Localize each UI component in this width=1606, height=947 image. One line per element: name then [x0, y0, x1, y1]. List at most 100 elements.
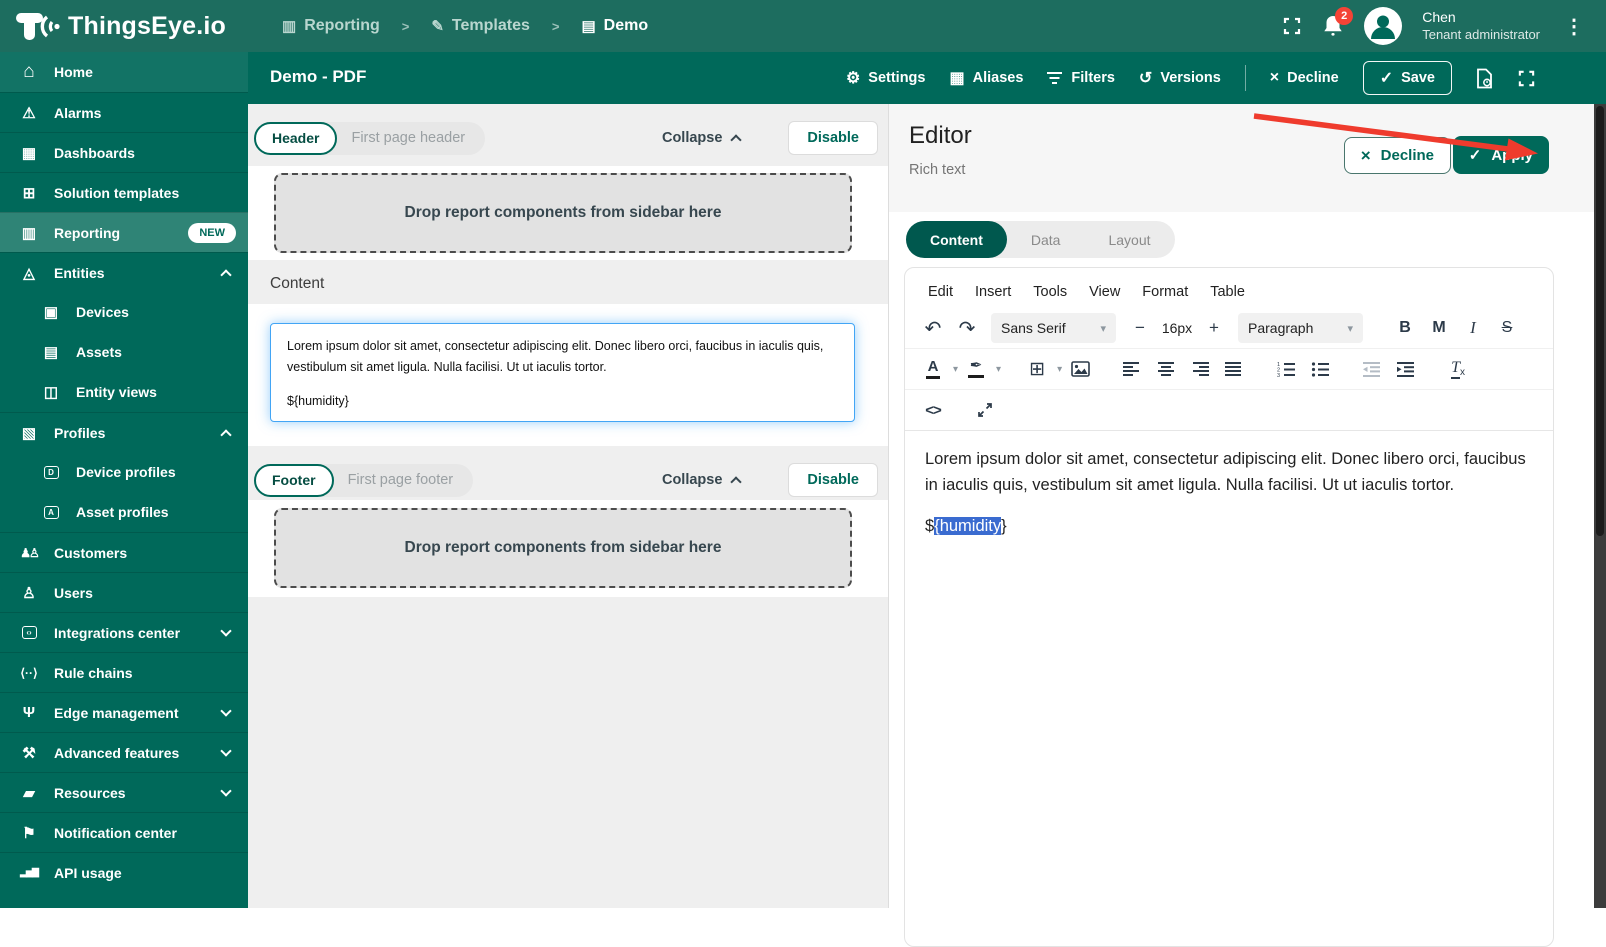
breadcrumb-templates[interactable]: ✎ Templates	[431, 17, 530, 35]
chevron-down-icon[interactable]: ▾	[953, 364, 958, 375]
decrease-font-icon[interactable]: −	[1124, 313, 1156, 343]
new-badge: NEW	[188, 222, 236, 243]
header-disable-button[interactable]: Disable	[788, 121, 878, 155]
sidebar-item-profiles[interactable]: ▧ Profiles	[0, 412, 248, 452]
sidebar-item-device-profiles[interactable]: D Device profiles	[0, 452, 248, 492]
sidebar-item-users[interactable]: ♙ Users	[0, 572, 248, 612]
menu-table[interactable]: Table	[1201, 281, 1254, 303]
sidebar-item-rule-chains[interactable]: ⟨··⟩ Rule chains	[0, 652, 248, 692]
header-chip-group: Header First page header	[254, 121, 486, 155]
sidebar-item-solution-templates[interactable]: ⊞ Solution templates	[0, 172, 248, 212]
sidebar-item-entities[interactable]: ◬ Entities	[0, 252, 248, 292]
block-format-select[interactable]: Paragraph ▾	[1238, 313, 1363, 343]
sidebar-item-edge-management[interactable]: Ψ Edge management	[0, 692, 248, 732]
header-dropzone[interactable]: Drop report components from sidebar here	[274, 173, 852, 253]
settings-button[interactable]: ⚙ Settings	[846, 68, 926, 88]
clear-formatting-button[interactable]: Tx	[1442, 354, 1474, 384]
user-role: Tenant administrator	[1422, 26, 1540, 42]
reporting-icon: ▥	[21, 224, 37, 242]
versions-button[interactable]: ↺ Versions	[1139, 68, 1221, 88]
merge-tag-button[interactable]: M	[1423, 313, 1455, 343]
highlight-color-button[interactable]: ✒	[960, 354, 992, 384]
sidebar-item-home[interactable]: ⌂ Home	[0, 52, 248, 92]
tab-data[interactable]: Data	[1007, 221, 1085, 258]
bold-button[interactable]: B	[1389, 313, 1421, 343]
undo-icon[interactable]: ↶	[917, 313, 949, 343]
sidebar-item-devices[interactable]: ▣ Devices	[0, 292, 248, 332]
editor-content-area[interactable]: Lorem ipsum dolor sit amet, consectetur …	[905, 431, 1553, 554]
breadcrumb-reporting[interactable]: ▥ Reporting	[282, 17, 380, 35]
header-collapse-button[interactable]: Collapse	[662, 130, 743, 146]
align-justify-button[interactable]	[1218, 354, 1250, 384]
fullscreen-icon[interactable]	[1282, 16, 1302, 36]
sidebar-item-api-usage[interactable]: ▂▅▇ API usage	[0, 852, 248, 892]
ordered-list-button[interactable]: 123	[1270, 354, 1302, 384]
footer-disable-button[interactable]: Disable	[788, 463, 878, 497]
header-chip[interactable]: Header	[254, 121, 338, 155]
outdent-button[interactable]	[1356, 354, 1388, 384]
align-center-button[interactable]	[1150, 354, 1182, 384]
app-logo[interactable]: ThingsEye.io	[14, 8, 226, 44]
decline-button[interactable]: × Decline	[1270, 69, 1339, 87]
italic-button[interactable]: I	[1457, 313, 1489, 343]
chevron-down-icon[interactable]: ▾	[1057, 364, 1062, 375]
editor-menubar: Edit Insert Tools View Format Table	[905, 268, 1553, 308]
editor-apply-button[interactable]: ✓ Apply	[1452, 136, 1549, 174]
sidebar-item-reporting[interactable]: ▥ Reporting NEW	[0, 212, 248, 252]
sidebar-item-asset-profiles[interactable]: A Asset profiles	[0, 492, 248, 532]
align-left-button[interactable]	[1116, 354, 1148, 384]
font-family-select[interactable]: Sans Serif ▾	[991, 313, 1116, 343]
save-button[interactable]: ✓ Save	[1362, 61, 1452, 95]
increase-font-icon[interactable]: +	[1198, 313, 1230, 343]
insert-table-button[interactable]: ⊞	[1021, 354, 1053, 384]
editor-decline-button[interactable]: × Decline	[1343, 137, 1451, 174]
sidebar-item-resources[interactable]: ▰ Resources	[0, 772, 248, 812]
gear-icon: ⚙	[845, 70, 861, 87]
vertical-scrollbar[interactable]	[1594, 104, 1606, 908]
filters-button[interactable]: Filters	[1047, 70, 1115, 86]
align-right-button[interactable]	[1184, 354, 1216, 384]
footer-dropzone[interactable]: Drop report components from sidebar here	[274, 508, 852, 588]
aliases-button[interactable]: ▦ Aliases	[949, 68, 1023, 88]
user-info[interactable]: Chen Tenant administrator	[1422, 9, 1540, 43]
sidebar-item-integrations-center[interactable]: ‹› Integrations center	[0, 612, 248, 652]
user-name: Chen	[1422, 9, 1456, 26]
chevron-down-icon[interactable]: ▾	[996, 364, 1001, 375]
source-code-button[interactable]: <>	[917, 395, 949, 425]
tab-layout[interactable]: Layout	[1084, 221, 1174, 258]
notifications-bell[interactable]: 2	[1322, 7, 1354, 38]
sidebar-item-customers[interactable]: ♟♙ Customers	[0, 532, 248, 572]
indent-button[interactable]	[1390, 354, 1422, 384]
menu-insert[interactable]: Insert	[966, 281, 1020, 303]
more-menu-icon[interactable]: ⋮	[1560, 14, 1588, 39]
richtext-component-selected[interactable]: Lorem ipsum dolor sit amet, consectetur …	[270, 323, 855, 422]
tab-content[interactable]: Content	[906, 221, 1007, 258]
breadcrumb-demo[interactable]: ▤ Demo	[581, 17, 648, 35]
text-color-button[interactable]: A	[917, 354, 949, 384]
bullet-list-button[interactable]	[1304, 354, 1336, 384]
footer-chip[interactable]: Footer	[254, 463, 334, 497]
avatar[interactable]	[1364, 7, 1403, 45]
redo-icon[interactable]: ↷	[951, 313, 983, 343]
menu-edit[interactable]: Edit	[919, 281, 962, 303]
check-icon: ✓	[1468, 147, 1482, 164]
sidebar-item-advanced-features[interactable]: ⚒ Advanced features	[0, 732, 248, 772]
expand-panel-icon[interactable]	[1517, 69, 1536, 88]
sidebar-item-entity-views[interactable]: ◫ Entity views	[0, 372, 248, 412]
strikethrough-button[interactable]: S	[1491, 313, 1523, 343]
menu-format[interactable]: Format	[1133, 281, 1197, 303]
menu-view[interactable]: View	[1080, 281, 1129, 303]
sidebar-item-dashboards[interactable]: ▦ Dashboards	[0, 132, 248, 172]
generate-report-button[interactable]	[1476, 68, 1493, 89]
sidebar-item-assets[interactable]: ▤ Assets	[0, 332, 248, 372]
footer-collapse-button[interactable]: Collapse	[662, 472, 743, 488]
sidebar-item-notification-center[interactable]: ⚑ Notification center	[0, 812, 248, 852]
scrollbar-thumb[interactable]	[1596, 106, 1604, 536]
toolbar-divider	[1244, 65, 1246, 91]
sidebar-item-alarms[interactable]: ⚠ Alarms	[0, 92, 248, 132]
fullscreen-editor-button[interactable]	[969, 395, 1001, 425]
integrations-icon: ‹›	[18, 626, 40, 639]
insert-image-button[interactable]	[1064, 354, 1096, 384]
menu-tools[interactable]: Tools	[1024, 281, 1076, 303]
device-profiles-icon: D	[40, 465, 62, 479]
